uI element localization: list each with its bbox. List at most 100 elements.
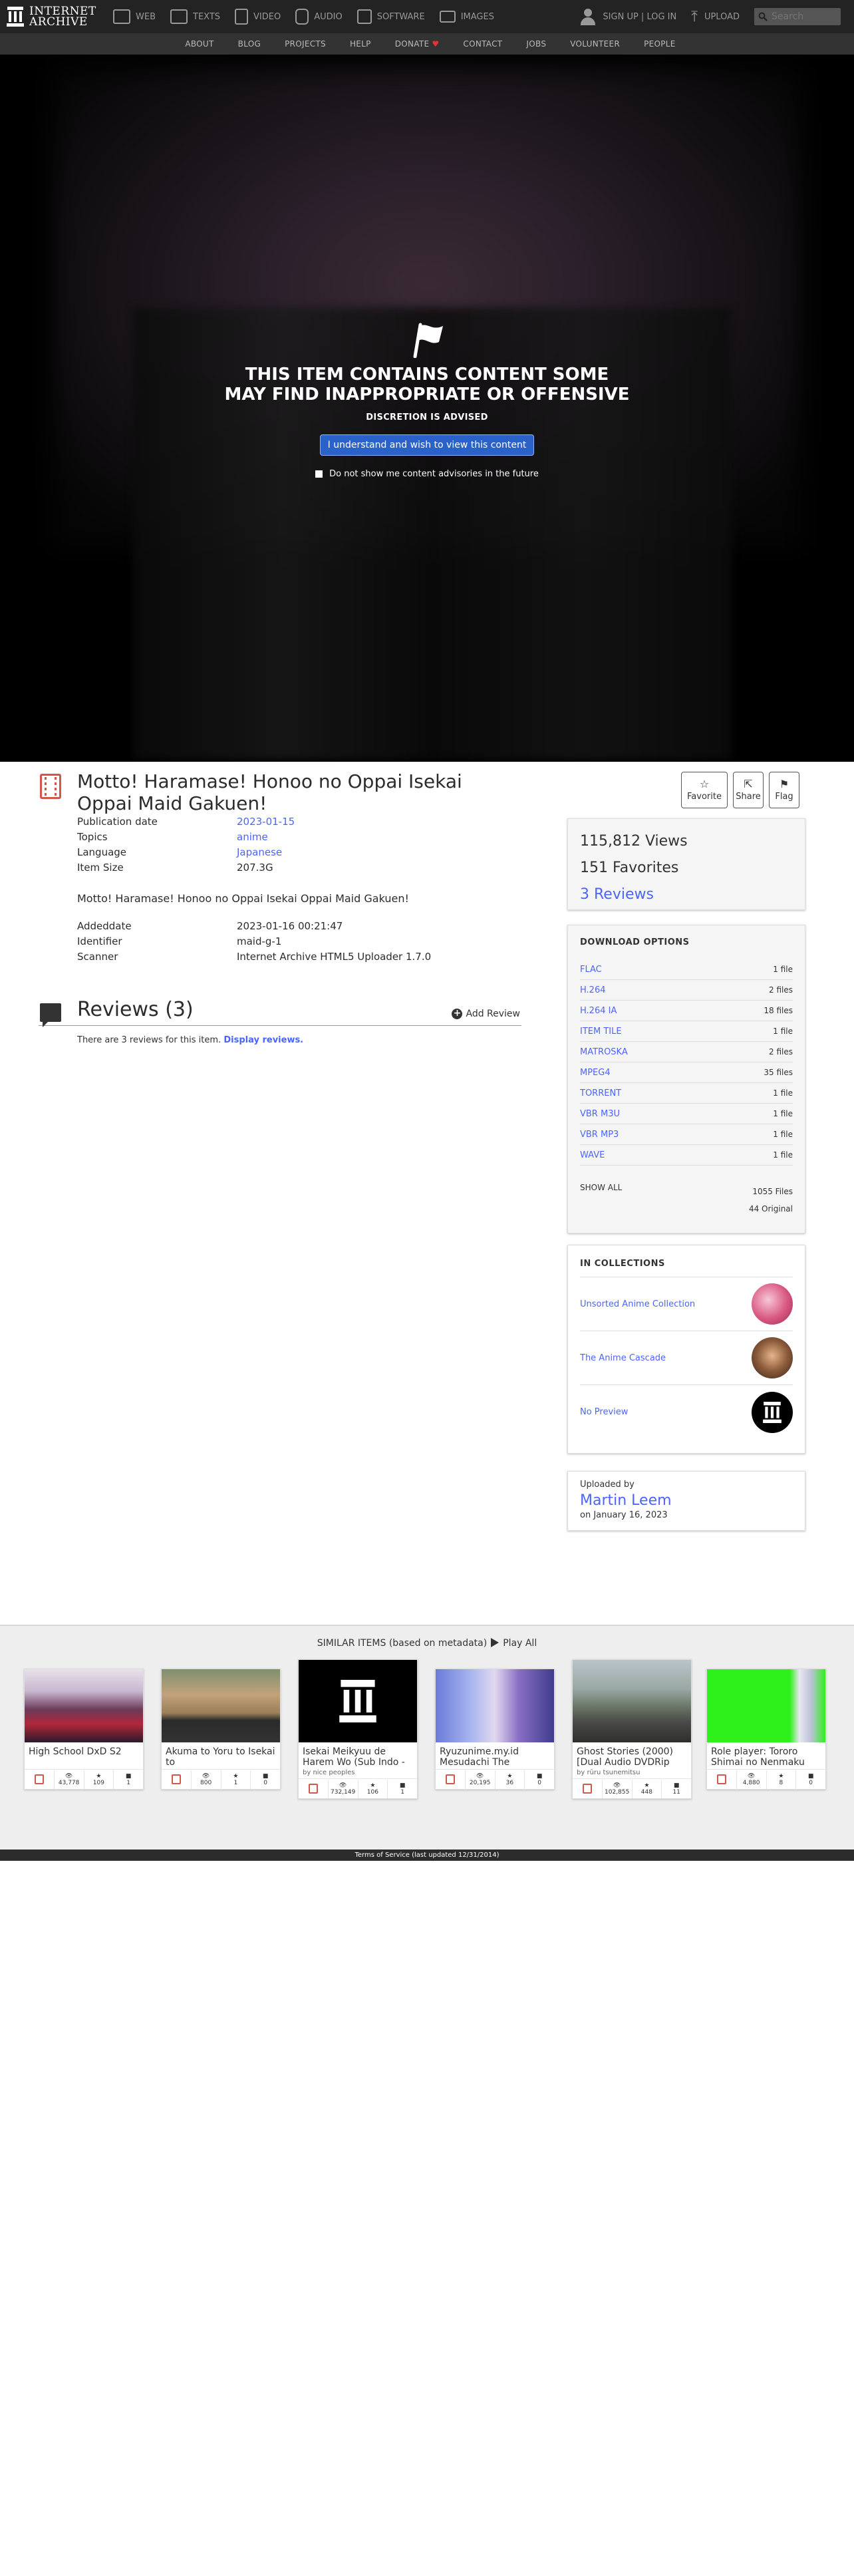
item-size: 207.3G [237,862,273,874]
download-file-count: 2 files [769,1047,793,1056]
subnav-blog[interactable]: BLOG [238,39,261,49]
subnav-volunteer[interactable]: VOLUNTEER [570,39,620,49]
download-format-link[interactable]: WAVE [580,1150,605,1160]
similar-item-stats: 👁 800 ★ 1 ■ 0 [162,1769,280,1789]
subnav-jobs[interactable]: JOBS [526,39,546,49]
similar-item-stats: 👁 4,880 ★ 8 ■ 0 [707,1769,825,1789]
collection-item[interactable]: No Preview [580,1385,793,1439]
similar-item-card[interactable]: Role player: Tororo Shimai no Nenmaku 👁 4… [706,1669,826,1790]
reviews-value: 1 [126,1779,130,1786]
flag-button[interactable]: ⚑ Flag [769,772,799,808]
download-row: WAVE 1 file [580,1145,793,1166]
similar-item-title[interactable]: High School DxD S2 [25,1742,143,1769]
media-texts[interactable]: TEXTS [170,9,220,24]
eye-icon: 👁 [476,1772,484,1780]
favorites-value: 106 [366,1788,378,1796]
media-software[interactable]: SOFTWARE [356,9,425,24]
add-review-button[interactable]: + Add Review [452,1009,520,1019]
reviews-summary: There are 3 reviews for this item. Displ… [77,1035,303,1045]
language-link[interactable]: Japanese [237,846,282,862]
share-label: Share [736,792,761,802]
share-button[interactable]: ⇱ Share [733,772,764,808]
media-web[interactable]: WEB [113,9,156,24]
item-type [162,1770,192,1789]
download-format-link[interactable]: MATROSKA [580,1047,628,1057]
search-box [754,8,841,25]
similar-item-card[interactable]: High School DxD S2 👁 43,778 ★ 109 ■ 1 [24,1669,144,1790]
uploader-name-link[interactable]: Martin Leem [580,1492,793,1509]
reviews-value: 0 [537,1779,541,1786]
similar-item-title[interactable]: Isekai Meikyuu de Harem Wo (Sub Indo - [299,1742,417,1769]
show-all-link[interactable]: SHOW ALL [580,1183,622,1192]
identifier: maid-g-1 [237,935,282,947]
collection-item[interactable]: Unsorted Anime Collection [580,1277,793,1331]
subnav-about[interactable]: ABOUT [185,39,214,49]
collection-name[interactable]: The Anime Cascade [580,1353,666,1363]
meta-key: Language [77,846,127,858]
download-format-link[interactable]: TORRENT [580,1088,621,1098]
eye-icon: 👁 [747,1772,756,1780]
favorite-button[interactable]: ☆ Favorite [681,772,728,808]
similar-item-title[interactable]: Ryuzunime.my.id Mesudachi The [436,1742,554,1769]
views-count: 115,812 Views [580,833,688,850]
upload-link[interactable]: ⤒ UPLOAD [691,9,740,25]
similar-item-card[interactable]: Ryuzunime.my.id Mesudachi The 👁 20,195 ★ 3… [435,1669,555,1790]
subnav-donate[interactable]: DONATE ♥ [395,39,440,49]
download-options-heading: DOWNLOAD OPTIONS [580,937,690,947]
metadata-list-secondary: Addeddate 2023-01-16 00:21:47 Identifier m… [77,920,431,966]
subnav-people[interactable]: PEOPLE [644,39,676,49]
collection-name[interactable]: No Preview [580,1407,628,1417]
download-format-link[interactable]: H.264 [580,985,606,995]
play-all-link[interactable]: Play All [503,1638,537,1649]
download-format-link[interactable]: MPEG4 [580,1068,611,1078]
favorites-value: 1 [233,1779,238,1786]
download-format-link[interactable]: FLAC [580,965,602,975]
similar-item-title[interactable]: Role player: Tororo Shimai no Nenmaku [707,1742,825,1769]
internet-archive-logo[interactable]: INTERNET ARCHIVE [7,0,106,33]
media-audio[interactable]: AUDIO [295,9,343,25]
download-format-link[interactable]: VBR M3U [580,1109,620,1119]
subnav-projects[interactable]: PROJECTS [285,39,326,49]
comment-icon: ■ [262,1772,269,1780]
film-icon [235,9,249,25]
reviews-stat: ■ 1 [114,1770,143,1789]
book-icon [170,9,188,24]
download-format-link[interactable]: VBR MP3 [580,1130,619,1140]
favorites-stat: ★ 1 [221,1770,251,1789]
similar-item-title[interactable]: Ghost Stories (2000) [Dual Audio DVDRip [573,1742,691,1769]
favorites-value: 8 [779,1779,783,1786]
favorites-stat: ★ 448 [633,1779,662,1798]
display-reviews-link[interactable]: Display reviews. [223,1035,303,1045]
subnav-help[interactable]: HELP [350,39,371,49]
download-format-link[interactable]: H.264 IA [580,1006,617,1016]
signup-login[interactable]: SIGN UP | LOG IN [580,7,676,26]
opt-out-checkbox[interactable] [315,470,323,478]
film-icon [716,1774,726,1784]
views-stat: 👁 4,880 [737,1770,767,1789]
similar-item-card[interactable]: Akuma to Yoru to Isekai to 👁 800 ★ 1 ■ 0 [161,1669,281,1790]
meta-key: Addeddate [77,920,132,932]
similar-item-card[interactable]: Isekai Meikyuu de Harem Wo (Sub Indo - b… [298,1659,418,1799]
film-icon [582,1784,592,1794]
comment-icon: ■ [673,1782,680,1789]
comment-icon: ■ [399,1782,406,1789]
collection-item[interactable]: The Anime Cascade [580,1331,793,1385]
star-icon: ★ [233,1772,239,1780]
media-video[interactable]: VIDEO [235,9,281,25]
publication-date-link[interactable]: 2023-01-15 [237,816,295,831]
similar-item-card[interactable]: Ghost Stories (2000) [Dual Audio DVDRip … [572,1659,692,1799]
search-input[interactable] [772,11,838,22]
media-images[interactable]: IMAGES [439,11,494,23]
collection-name[interactable]: Unsorted Anime Collection [580,1299,695,1309]
advisory-title-line-1: THIS ITEM CONTAINS CONTENT SOME [245,365,609,385]
item-actions: ☆ Favorite ⇱ Share ⚑ Flag [681,772,805,808]
similar-item-title[interactable]: Akuma to Yoru to Isekai to [162,1742,280,1769]
download-format-link[interactable]: ITEM TILE [580,1027,622,1037]
topic-link[interactable]: anime [237,831,268,846]
favorite-label: Favorite [687,792,722,802]
collections-heading: IN COLLECTIONS [580,1259,665,1269]
view-content-button[interactable]: I understand and wish to view this conte… [319,434,535,456]
subnav-contact[interactable]: CONTACT [463,39,502,49]
reviews-link[interactable]: 3 Reviews [580,882,793,908]
terms-of-service-link[interactable]: Terms of Service (last updated 12/31/201… [0,1850,854,1861]
